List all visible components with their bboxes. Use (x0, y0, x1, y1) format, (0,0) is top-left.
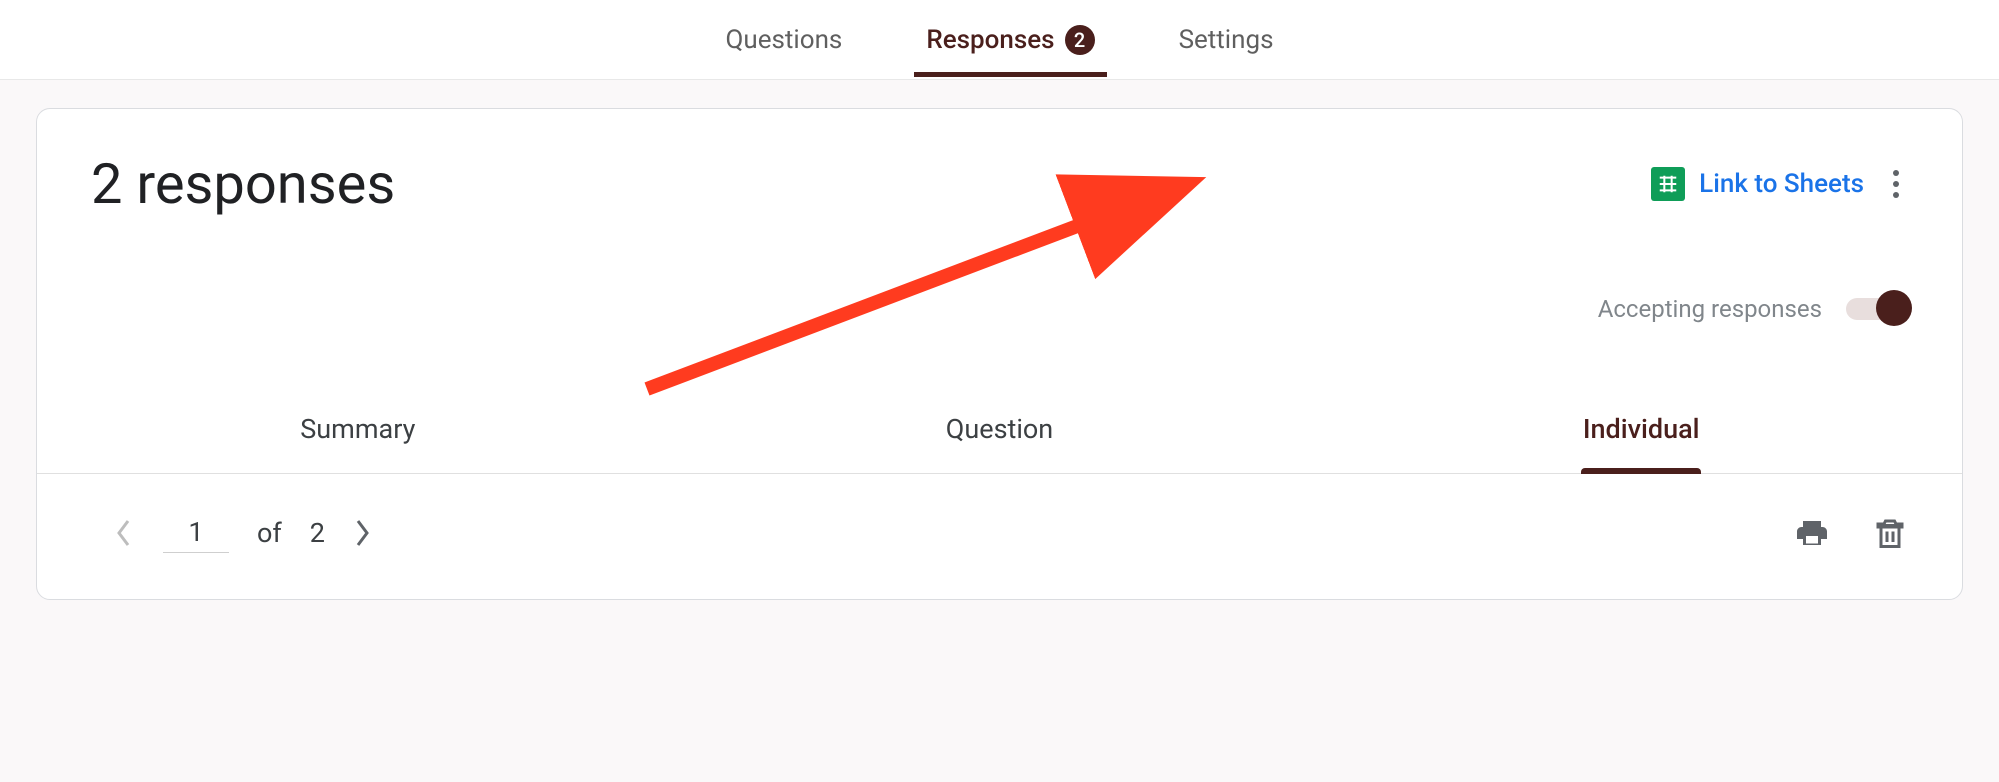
of-label: of (257, 517, 282, 549)
next-response-button[interactable] (353, 516, 373, 550)
pager-row: of 2 (37, 474, 1962, 599)
accepting-responses-toggle[interactable] (1846, 298, 1908, 320)
accepting-row: Accepting responses (37, 217, 1962, 323)
tab-questions[interactable]: Questions (713, 3, 854, 77)
delete-button[interactable] (1872, 515, 1908, 551)
right-actions (1794, 515, 1908, 551)
link-to-sheets-button[interactable]: Link to Sheets (1651, 167, 1864, 201)
tab-responses-label: Responses (926, 25, 1054, 55)
card-header: 2 responses Link to Sheets (37, 109, 1962, 217)
pager: of 2 (115, 512, 373, 553)
prev-response-button[interactable] (115, 516, 135, 550)
toggle-knob (1876, 290, 1912, 326)
top-tabs: Questions Responses 2 Settings (0, 0, 1999, 80)
total-responses: 2 (310, 517, 325, 549)
sub-tab-summary[interactable]: Summary (37, 395, 679, 473)
page-input[interactable] (163, 512, 229, 553)
responses-card: 2 responses Link to Sheets Accepting res… (36, 108, 1963, 600)
sub-tabs: Summary Question Individual (37, 395, 1962, 474)
print-button[interactable] (1794, 515, 1830, 551)
tab-settings[interactable]: Settings (1167, 3, 1286, 77)
responses-count-badge: 2 (1065, 25, 1095, 55)
responses-title: 2 responses (91, 151, 395, 217)
more-options-button[interactable] (1884, 161, 1908, 207)
accepting-responses-label: Accepting responses (1598, 295, 1822, 323)
tab-responses[interactable]: Responses 2 (914, 3, 1106, 77)
header-actions: Link to Sheets (1651, 161, 1908, 207)
sub-tab-individual[interactable]: Individual (1320, 395, 1962, 473)
sub-tab-question[interactable]: Question (679, 395, 1321, 473)
link-to-sheets-label: Link to Sheets (1699, 169, 1864, 199)
sheets-icon (1651, 167, 1685, 201)
